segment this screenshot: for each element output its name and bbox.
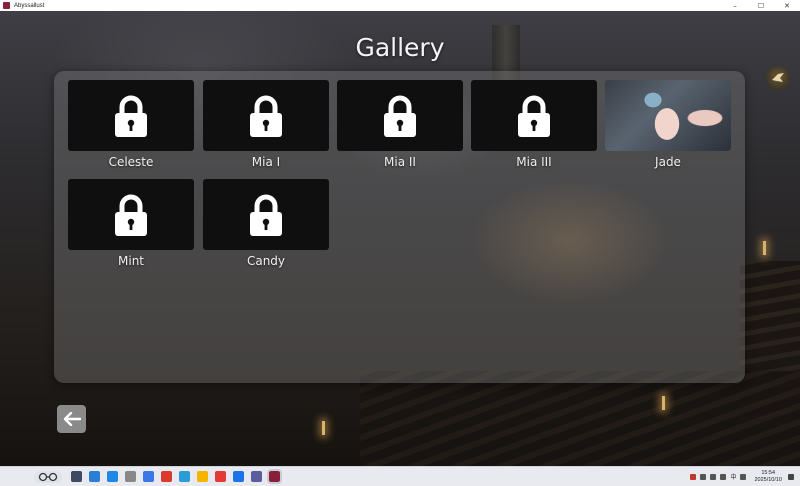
window-title: Abyssallust [14,2,45,9]
arrow-left-icon [63,412,81,426]
gallery-item-label: Celeste [108,155,154,169]
taskbar-app-icon[interactable] [89,471,100,482]
taskbar-app-icon[interactable] [233,471,244,482]
window-controls: – ☐ ✕ [722,0,800,11]
taskbar-app-icon[interactable] [215,471,226,482]
taskbar-app-icon[interactable] [197,471,208,482]
background-floor [360,371,800,466]
gallery-item-mia-i[interactable]: Mia I [203,80,329,169]
clock[interactable]: 15:54 2025/10/10 [754,470,782,484]
bird-emblem-icon[interactable] [766,66,790,90]
tray-app-icon[interactable] [690,473,697,480]
clock-time: 15:54 [761,469,776,476]
keyboard-icon[interactable] [740,473,747,480]
volume-icon[interactable] [720,473,727,480]
close-button[interactable]: ✕ [774,0,800,11]
network-icon[interactable] [710,473,717,480]
gallery-item-candy[interactable]: Candy [203,179,329,268]
back-button[interactable] [57,405,86,433]
locked-thumbnail[interactable] [471,80,597,151]
app-icon [3,2,10,9]
minimize-button[interactable]: – [722,0,748,11]
candle [662,396,665,410]
gallery-item-mia-iii[interactable]: Mia III [471,80,597,169]
gallery-panel: Celeste Mia I Mia II Mia III Jade Mint C… [54,71,745,383]
candle [763,241,766,255]
system-tray: 中 15:54 2025/10/10 [686,467,794,486]
lock-icon [518,95,550,137]
page-title: Gallery [355,33,445,62]
locked-thumbnail[interactable] [203,80,329,151]
gallery-item-label: Mint [118,254,144,268]
gallery-item-label: Candy [246,254,286,268]
unlocked-thumbnail[interactable] [605,80,731,151]
lock-icon [384,95,416,137]
gallery-item-label: Mia III [516,155,552,169]
lock-icon [250,194,282,236]
locked-thumbnail[interactable] [68,80,194,151]
gallery-item-label: Mia II [384,155,416,169]
locked-thumbnail[interactable] [337,80,463,151]
gallery-item-mint[interactable]: Mint [68,179,194,268]
candle [322,421,325,435]
gallery-item-label: Jade [655,155,681,169]
taskbar-active-app-icon[interactable] [267,469,282,484]
locked-thumbnail[interactable] [203,179,329,250]
taskbar-app-icon[interactable] [143,471,154,482]
taskbar-app-icon[interactable] [107,471,118,482]
taskbar-app-icon[interactable] [125,471,136,482]
taskbar-app-icon[interactable] [179,471,190,482]
os-taskbar: 中 15:54 2025/10/10 [0,466,800,486]
clock-date: 2025/10/10 [754,476,782,483]
gallery-item-label: Mia I [251,155,281,169]
maximize-button[interactable]: ☐ [748,0,774,11]
tray-app-icon[interactable] [700,473,707,480]
ime-indicator[interactable]: 中 [730,472,736,481]
taskbar-app-icon[interactable] [71,471,82,482]
gallery-item-celeste[interactable]: Celeste [68,80,194,169]
taskbar-app-icon[interactable] [251,471,262,482]
lock-icon [115,95,147,137]
taskbar-app-icon[interactable] [161,471,172,482]
gallery-item-mia-ii[interactable]: Mia II [337,80,463,169]
lock-icon [250,95,282,137]
lock-icon [115,194,147,236]
game-viewport: Gallery Celeste Mia I Mia II Mia III Jad… [0,11,800,466]
gallery-item-jade[interactable]: Jade [605,80,731,169]
taskbar-widget-icon[interactable] [34,470,62,483]
notification-icon[interactable] [788,473,794,480]
locked-thumbnail[interactable] [68,179,194,250]
